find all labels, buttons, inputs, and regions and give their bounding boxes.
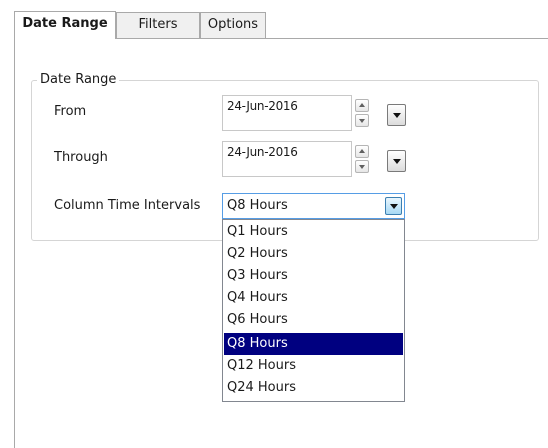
combo-dropdown-button[interactable]: [385, 197, 402, 215]
tab-date-range[interactable]: Date Range: [14, 11, 116, 39]
list-item[interactable]: Q12 Hours: [224, 355, 403, 377]
column-time-intervals-label: Column Time Intervals: [54, 198, 201, 213]
through-calendar-dropdown-button[interactable]: [387, 150, 406, 172]
through-label: Through: [54, 150, 108, 165]
dialog-window: Date Range Filters Options Date Range Fr…: [0, 0, 548, 448]
from-spinner: [353, 95, 373, 131]
list-item[interactable]: Q6 Hours: [224, 309, 403, 331]
spin-down-icon[interactable]: [355, 114, 369, 127]
through-date-field[interactable]: 24-Jun-2016: [222, 141, 352, 177]
from-calendar-dropdown-button[interactable]: [387, 104, 406, 126]
spin-up-icon[interactable]: [355, 145, 369, 158]
spin-down-icon[interactable]: [355, 160, 369, 173]
tab-filters[interactable]: Filters: [116, 12, 200, 38]
list-item[interactable]: Q24 Hours: [224, 377, 403, 399]
chevron-down-icon: [393, 113, 401, 118]
column-time-intervals-list: Q1 Hours Q2 Hours Q3 Hours Q4 Hours Q6 H…: [222, 219, 405, 402]
list-item[interactable]: Q2 Hours: [224, 243, 403, 265]
list-item[interactable]: Q3 Hours: [224, 265, 403, 287]
list-item[interactable]: Q1 Hours: [224, 221, 403, 243]
tab-options[interactable]: Options: [200, 12, 266, 38]
chevron-down-icon: [390, 204, 398, 209]
from-label: From: [54, 104, 87, 119]
list-item-selected[interactable]: Q8 Hours: [224, 333, 403, 355]
list-item[interactable]: Q4 Hours: [224, 287, 403, 309]
combo-selected-value: Q8 Hours: [227, 198, 288, 213]
column-time-intervals-combo[interactable]: Q8 Hours: [222, 193, 405, 219]
group-legend: Date Range: [37, 72, 120, 88]
chevron-down-icon: [393, 159, 401, 164]
through-spinner: [353, 141, 373, 177]
spin-up-icon[interactable]: [355, 99, 369, 112]
from-date-field[interactable]: 24-Jun-2016: [222, 95, 352, 131]
